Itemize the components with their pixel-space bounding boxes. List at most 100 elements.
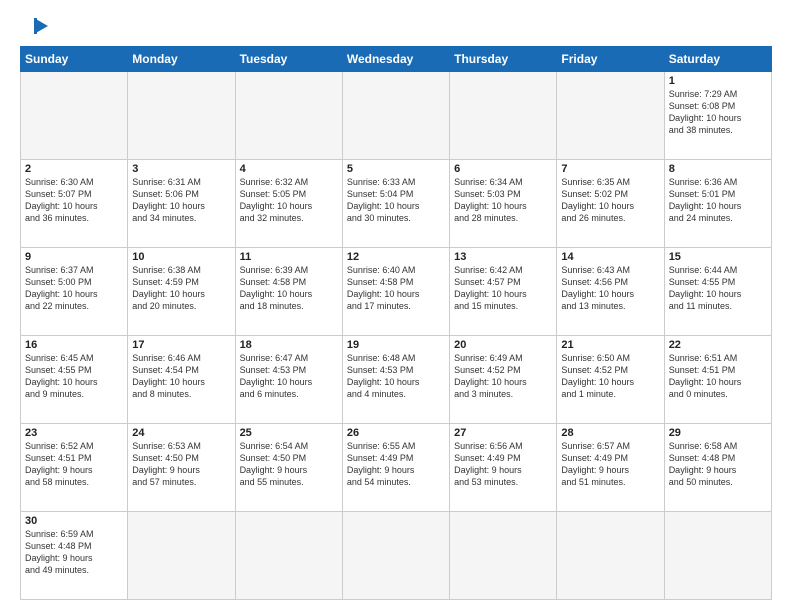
weekday-saturday: Saturday [664, 47, 771, 72]
weekday-tuesday: Tuesday [235, 47, 342, 72]
day-cell: 18Sunrise: 6:47 AM Sunset: 4:53 PM Dayli… [235, 336, 342, 424]
day-cell: 5Sunrise: 6:33 AM Sunset: 5:04 PM Daylig… [342, 160, 449, 248]
day-info: Sunrise: 6:33 AM Sunset: 5:04 PM Dayligh… [347, 176, 445, 225]
day-info: Sunrise: 6:49 AM Sunset: 4:52 PM Dayligh… [454, 352, 552, 401]
day-info: Sunrise: 6:40 AM Sunset: 4:58 PM Dayligh… [347, 264, 445, 313]
day-cell: 26Sunrise: 6:55 AM Sunset: 4:49 PM Dayli… [342, 424, 449, 512]
weekday-sunday: Sunday [21, 47, 128, 72]
day-cell: 23Sunrise: 6:52 AM Sunset: 4:51 PM Dayli… [21, 424, 128, 512]
day-cell: 25Sunrise: 6:54 AM Sunset: 4:50 PM Dayli… [235, 424, 342, 512]
day-number: 29 [669, 427, 767, 439]
day-info: Sunrise: 6:46 AM Sunset: 4:54 PM Dayligh… [132, 352, 230, 401]
day-number: 20 [454, 339, 552, 351]
day-cell: 30Sunrise: 6:59 AM Sunset: 4:48 PM Dayli… [21, 512, 128, 600]
day-cell: 15Sunrise: 6:44 AM Sunset: 4:55 PM Dayli… [664, 248, 771, 336]
day-cell: 20Sunrise: 6:49 AM Sunset: 4:52 PM Dayli… [450, 336, 557, 424]
day-info: Sunrise: 6:52 AM Sunset: 4:51 PM Dayligh… [25, 440, 123, 489]
day-cell [664, 512, 771, 600]
day-info: Sunrise: 6:59 AM Sunset: 4:48 PM Dayligh… [25, 528, 123, 577]
day-info: Sunrise: 7:29 AM Sunset: 6:08 PM Dayligh… [669, 88, 767, 137]
day-info: Sunrise: 6:51 AM Sunset: 4:51 PM Dayligh… [669, 352, 767, 401]
day-number: 11 [240, 251, 338, 263]
weekday-friday: Friday [557, 47, 664, 72]
day-info: Sunrise: 6:36 AM Sunset: 5:01 PM Dayligh… [669, 176, 767, 225]
day-number: 8 [669, 163, 767, 175]
day-cell: 21Sunrise: 6:50 AM Sunset: 4:52 PM Dayli… [557, 336, 664, 424]
day-info: Sunrise: 6:31 AM Sunset: 5:06 PM Dayligh… [132, 176, 230, 225]
day-number: 13 [454, 251, 552, 263]
calendar-table: SundayMondayTuesdayWednesdayThursdayFrid… [20, 46, 772, 600]
day-number: 25 [240, 427, 338, 439]
day-number: 7 [561, 163, 659, 175]
day-cell [557, 512, 664, 600]
day-cell: 16Sunrise: 6:45 AM Sunset: 4:55 PM Dayli… [21, 336, 128, 424]
day-cell [235, 72, 342, 160]
day-cell: 6Sunrise: 6:34 AM Sunset: 5:03 PM Daylig… [450, 160, 557, 248]
day-number: 26 [347, 427, 445, 439]
day-cell: 12Sunrise: 6:40 AM Sunset: 4:58 PM Dayli… [342, 248, 449, 336]
day-info: Sunrise: 6:50 AM Sunset: 4:52 PM Dayligh… [561, 352, 659, 401]
day-cell [342, 72, 449, 160]
day-number: 3 [132, 163, 230, 175]
day-number: 5 [347, 163, 445, 175]
weekday-thursday: Thursday [450, 47, 557, 72]
day-cell [128, 72, 235, 160]
day-info: Sunrise: 6:44 AM Sunset: 4:55 PM Dayligh… [669, 264, 767, 313]
day-cell [450, 512, 557, 600]
day-cell: 27Sunrise: 6:56 AM Sunset: 4:49 PM Dayli… [450, 424, 557, 512]
day-info: Sunrise: 6:54 AM Sunset: 4:50 PM Dayligh… [240, 440, 338, 489]
day-number: 15 [669, 251, 767, 263]
header [20, 16, 772, 38]
day-cell [235, 512, 342, 600]
day-cell: 7Sunrise: 6:35 AM Sunset: 5:02 PM Daylig… [557, 160, 664, 248]
day-cell: 9Sunrise: 6:37 AM Sunset: 5:00 PM Daylig… [21, 248, 128, 336]
day-cell: 3Sunrise: 6:31 AM Sunset: 5:06 PM Daylig… [128, 160, 235, 248]
day-info: Sunrise: 6:45 AM Sunset: 4:55 PM Dayligh… [25, 352, 123, 401]
logo [20, 16, 70, 38]
day-number: 24 [132, 427, 230, 439]
day-cell: 8Sunrise: 6:36 AM Sunset: 5:01 PM Daylig… [664, 160, 771, 248]
day-number: 1 [669, 75, 767, 87]
day-number: 14 [561, 251, 659, 263]
day-cell: 4Sunrise: 6:32 AM Sunset: 5:05 PM Daylig… [235, 160, 342, 248]
week-row-5: 30Sunrise: 6:59 AM Sunset: 4:48 PM Dayli… [21, 512, 772, 600]
day-cell: 19Sunrise: 6:48 AM Sunset: 4:53 PM Dayli… [342, 336, 449, 424]
day-number: 27 [454, 427, 552, 439]
day-cell [557, 72, 664, 160]
logo-icon [20, 16, 70, 38]
day-info: Sunrise: 6:42 AM Sunset: 4:57 PM Dayligh… [454, 264, 552, 313]
week-row-2: 9Sunrise: 6:37 AM Sunset: 5:00 PM Daylig… [21, 248, 772, 336]
day-number: 18 [240, 339, 338, 351]
day-cell [128, 512, 235, 600]
day-cell: 22Sunrise: 6:51 AM Sunset: 4:51 PM Dayli… [664, 336, 771, 424]
day-number: 10 [132, 251, 230, 263]
day-info: Sunrise: 6:47 AM Sunset: 4:53 PM Dayligh… [240, 352, 338, 401]
day-cell: 11Sunrise: 6:39 AM Sunset: 4:58 PM Dayli… [235, 248, 342, 336]
week-row-1: 2Sunrise: 6:30 AM Sunset: 5:07 PM Daylig… [21, 160, 772, 248]
day-info: Sunrise: 6:38 AM Sunset: 4:59 PM Dayligh… [132, 264, 230, 313]
day-info: Sunrise: 6:57 AM Sunset: 4:49 PM Dayligh… [561, 440, 659, 489]
day-number: 22 [669, 339, 767, 351]
week-row-3: 16Sunrise: 6:45 AM Sunset: 4:55 PM Dayli… [21, 336, 772, 424]
day-number: 21 [561, 339, 659, 351]
day-number: 19 [347, 339, 445, 351]
day-number: 2 [25, 163, 123, 175]
day-cell [450, 72, 557, 160]
day-info: Sunrise: 6:56 AM Sunset: 4:49 PM Dayligh… [454, 440, 552, 489]
day-cell: 28Sunrise: 6:57 AM Sunset: 4:49 PM Dayli… [557, 424, 664, 512]
day-info: Sunrise: 6:58 AM Sunset: 4:48 PM Dayligh… [669, 440, 767, 489]
day-number: 30 [25, 515, 123, 527]
day-cell: 13Sunrise: 6:42 AM Sunset: 4:57 PM Dayli… [450, 248, 557, 336]
day-info: Sunrise: 6:32 AM Sunset: 5:05 PM Dayligh… [240, 176, 338, 225]
day-number: 28 [561, 427, 659, 439]
day-info: Sunrise: 6:43 AM Sunset: 4:56 PM Dayligh… [561, 264, 659, 313]
day-cell: 14Sunrise: 6:43 AM Sunset: 4:56 PM Dayli… [557, 248, 664, 336]
weekday-monday: Monday [128, 47, 235, 72]
day-info: Sunrise: 6:30 AM Sunset: 5:07 PM Dayligh… [25, 176, 123, 225]
day-cell: 1Sunrise: 7:29 AM Sunset: 6:08 PM Daylig… [664, 72, 771, 160]
day-info: Sunrise: 6:55 AM Sunset: 4:49 PM Dayligh… [347, 440, 445, 489]
weekday-wednesday: Wednesday [342, 47, 449, 72]
day-cell [21, 72, 128, 160]
week-row-4: 23Sunrise: 6:52 AM Sunset: 4:51 PM Dayli… [21, 424, 772, 512]
day-number: 9 [25, 251, 123, 263]
